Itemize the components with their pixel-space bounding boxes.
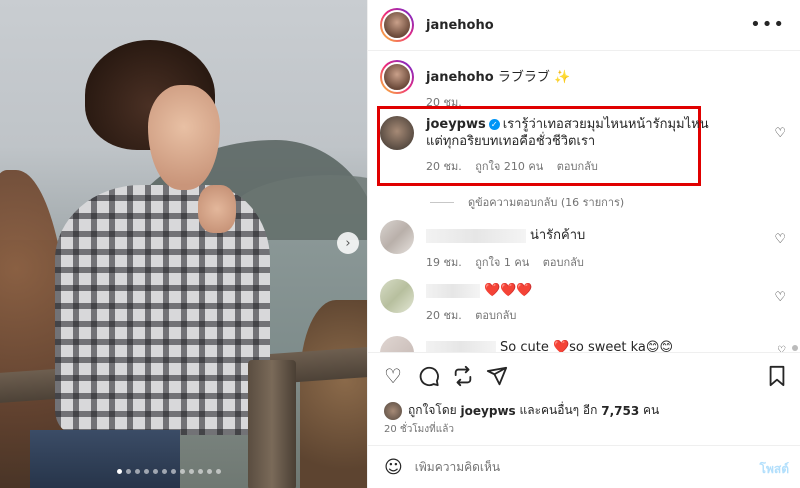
bookmark-icon[interactable] [767, 365, 787, 391]
comment-row: So cute ❤️so sweet ka😊😊 [380, 336, 673, 352]
carousel-dot [126, 469, 131, 474]
reply-button[interactable]: ตอบกลับ [475, 309, 516, 322]
carousel-dot [171, 469, 176, 474]
comment-text: ❤️❤️❤️ [484, 283, 533, 298]
send-icon[interactable] [486, 365, 508, 391]
comment-avatar[interactable] [380, 116, 414, 150]
liker-avatar[interactable] [384, 401, 402, 420]
posted-time: 20 ชั่วโมงที่แล้ว [384, 424, 454, 435]
carousel-dot [135, 469, 140, 474]
post-photo: › [0, 0, 367, 488]
heart-icon[interactable]: ♡ [774, 290, 786, 305]
add-comment-bar: ☺ โพสต์ [368, 445, 800, 488]
caption: janehoho ラブラブ ✨ 20 ชม. [380, 60, 570, 111]
caption-username[interactable]: janehoho [426, 70, 494, 85]
liked-by-user[interactable]: joeypws [461, 404, 516, 418]
liked-by-prefix: ถูกใจโดย [408, 403, 457, 417]
liked-by-count[interactable]: 7,753 [601, 404, 639, 418]
carousel-dot [198, 469, 203, 474]
comment-avatar[interactable] [380, 279, 414, 313]
comment-avatar[interactable] [380, 220, 414, 254]
scrollbar-thumb[interactable] [792, 345, 798, 351]
action-bar: ♡ [368, 352, 800, 402]
comment-avatar[interactable] [380, 336, 414, 352]
comment-time: 20 ชม. [426, 309, 462, 322]
view-replies-button[interactable]: ดูข้อความตอบกลับ (16 รายการ) [430, 193, 624, 211]
heart-icon[interactable]: ♡ [774, 126, 786, 141]
post-comment-button[interactable]: โพสต์ [760, 460, 789, 479]
carousel-dot [153, 469, 158, 474]
divider [430, 201, 454, 203]
comment-text: น่ารักค้าบ [530, 228, 586, 243]
carousel-dot [117, 469, 122, 474]
comment-time: 20 ชม. [426, 160, 462, 173]
photo-subject-hand [198, 185, 236, 233]
caption-text: ラブラブ ✨ [497, 70, 571, 85]
carousel-dot [189, 469, 194, 474]
reply-button[interactable]: ตอบกลับ [543, 256, 584, 269]
redacted-username [426, 283, 480, 298]
carousel-dots [117, 469, 221, 474]
heart-icon[interactable]: ♡ [384, 365, 402, 387]
author-avatar[interactable] [380, 8, 414, 42]
repost-icon[interactable] [452, 365, 474, 391]
comment-row: ❤️❤️❤️ 20 ชม. ตอบกลับ [380, 279, 533, 324]
comment-text-line2: แต่ทุกอริยบทเทอคือชั่วชีวิตเรา [426, 134, 596, 149]
comment-row: น่ารักค้าบ 19 ชม. ถูกใจ 1 คน ตอบกลับ [380, 220, 594, 271]
author-username[interactable]: janehoho [426, 18, 494, 33]
chevron-right-icon[interactable]: › [337, 232, 359, 254]
caption-avatar[interactable] [380, 60, 414, 94]
photo-post [248, 360, 296, 488]
liked-by: ถูกใจโดย joeypws และคนอื่นๆ อีก 7,753 คน [384, 401, 659, 420]
heart-icon[interactable]: ♡ [774, 232, 786, 247]
verified-badge-icon: ✓ [488, 119, 500, 130]
photo-foliage [300, 300, 367, 488]
comment-text-line1: เรารู้ว่าเทอสวยมุมไหนหน้ารักมุมไหน [502, 117, 709, 132]
carousel-dot [180, 469, 185, 474]
redacted-username [426, 340, 496, 352]
comment-icon[interactable] [418, 365, 440, 391]
comment-likes[interactable]: ถูกใจ 210 คน [475, 160, 543, 173]
carousel-dot [216, 469, 221, 474]
more-horizontal-icon[interactable]: ••• [750, 14, 785, 35]
emoji-icon[interactable]: ☺ [384, 457, 403, 478]
redacted-username [426, 228, 526, 243]
liked-by-middle: และคนอื่นๆ อีก [519, 403, 598, 417]
reply-button[interactable]: ตอบกลับ [557, 160, 598, 173]
carousel-dot [162, 469, 167, 474]
carousel-dot [144, 469, 149, 474]
liked-by-suffix: คน [643, 403, 660, 417]
photo-subject-shirt [55, 185, 270, 435]
carousel-dot [207, 469, 212, 474]
comment-username[interactable]: joeypws [426, 117, 486, 132]
highlighted-comment: joeypws ✓ เรารู้ว่าเทอสวยมุมไหนหน้ารักมุมไ… [380, 116, 709, 175]
post-details-panel: janehoho ••• janehoho ラブラブ ✨ 20 ชม. joey… [367, 0, 800, 488]
comment-input[interactable] [414, 460, 745, 474]
comment-time: 19 ชม. [426, 256, 462, 269]
view-replies-label: ดูข้อความตอบกลับ (16 รายการ) [468, 196, 625, 209]
comment-likes[interactable]: ถูกใจ 1 คน [475, 256, 529, 269]
comment-text: So cute ❤️so sweet ka😊😊 [500, 340, 673, 352]
photo-subject-jeans [30, 430, 180, 488]
post-header: janehoho ••• [368, 0, 800, 51]
